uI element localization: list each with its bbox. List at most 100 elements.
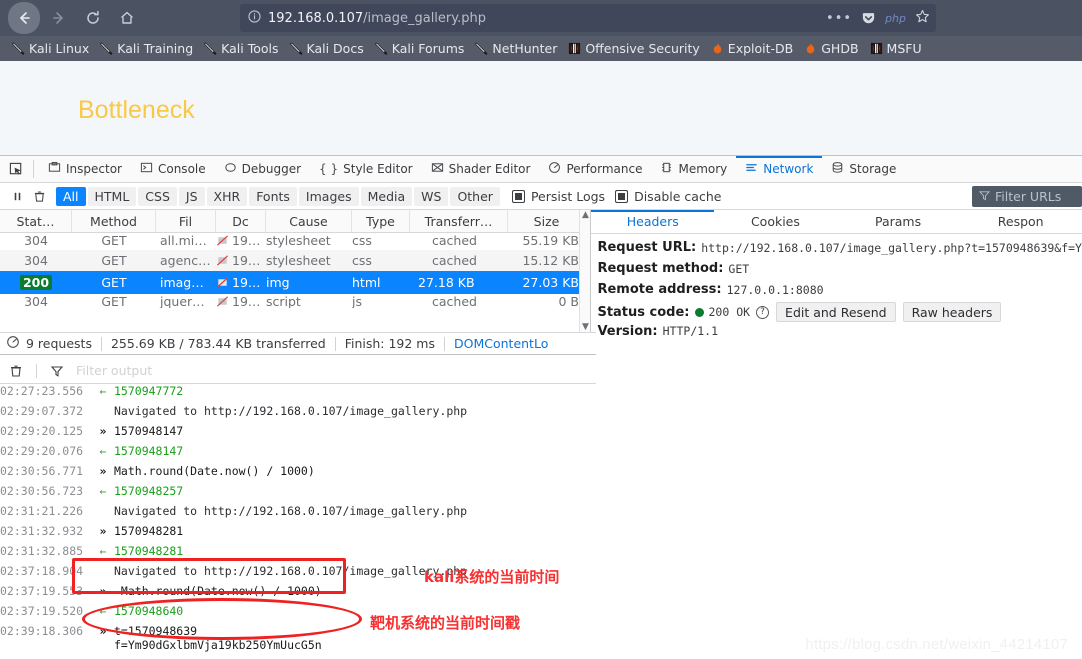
bookmark-item[interactable]: Kali Forums (370, 38, 470, 60)
tab-network[interactable]: Network (736, 156, 822, 183)
details-tab-headers[interactable]: Headers (591, 210, 714, 233)
cell-domain: 19… (216, 253, 266, 268)
detail-value: HTTP/1.1 (662, 324, 719, 338)
column-header-type[interactable]: Type (352, 210, 410, 232)
pause-icon[interactable] (6, 186, 28, 207)
pocket-icon[interactable] (861, 11, 876, 26)
console-row[interactable]: 02:29:20.076 ← 1570948147 (0, 444, 1082, 464)
column-header-transferred[interactable]: Transferr… (410, 210, 508, 232)
table-row[interactable]: 304 GET all.mi… 19… stylesheet css cache… (0, 231, 590, 250)
table-row[interactable]: 304 GET jquer… 19… script js cached 0 B (0, 294, 590, 308)
disable-cache-toggle[interactable]: Disable cache (615, 189, 721, 204)
element-picker-icon[interactable] (4, 158, 28, 180)
table-row[interactable]: 304 GET agenc… 19… stylesheet css cached… (0, 250, 591, 271)
tab-performance[interactable]: Performance (539, 156, 651, 183)
filter-chip-html[interactable]: HTML (87, 186, 137, 206)
flame-icon (711, 42, 724, 55)
filter-chip-ws[interactable]: WS (414, 186, 449, 206)
details-tab-response[interactable]: Respon (959, 210, 1082, 233)
tab-label: Storage (849, 162, 897, 176)
column-header-size[interactable]: Size (508, 210, 585, 232)
info-circle-icon[interactable] (248, 10, 261, 26)
console-row[interactable]: 02:31:21.226 Navigated to http://192.168.… (0, 504, 1082, 524)
column-header-domain[interactable]: Dc (216, 210, 266, 232)
ellipsis-icon[interactable]: ••• (826, 11, 852, 26)
tab-inspector[interactable]: Inspector (39, 156, 131, 183)
bookmark-item[interactable]: Exploit-DB (706, 38, 798, 60)
tab-shader-editor[interactable]: Shader Editor (422, 156, 540, 183)
tab-console[interactable]: Console (131, 156, 215, 183)
console-row[interactable]: 02:31:32.932 » 1570948281 (0, 524, 1082, 544)
cell-transferred: cached (432, 253, 477, 268)
bookmark-item[interactable]: NetHunter (470, 38, 562, 60)
filter-chip-xhr[interactable]: XHR (206, 186, 248, 206)
filter-chip-fonts[interactable]: Fonts (249, 186, 297, 206)
request-count: 9 requests (26, 336, 92, 351)
back-button[interactable] (8, 2, 40, 34)
bookmark-item[interactable]: Kali Docs (285, 38, 369, 60)
performance-icon[interactable] (6, 335, 20, 352)
details-tab-params[interactable]: Params (837, 210, 960, 233)
filter-chip-media[interactable]: Media (360, 186, 413, 206)
scroll-down-icon[interactable]: ▼ (582, 322, 589, 332)
reload-button[interactable] (78, 3, 108, 33)
console-row[interactable]: 02:37:19.520 ← 1570948640 (0, 604, 1082, 624)
bookmark-item[interactable]: GHDB (799, 38, 863, 60)
edit-and-resend-button[interactable]: Edit and Resend (776, 302, 896, 322)
console-row[interactable]: 02:29:20.125 » 1570948147 (0, 424, 1082, 444)
network-list-scrollbar[interactable]: ▲ ▼ (579, 210, 591, 332)
bookmark-item[interactable]: MSFU (865, 38, 927, 60)
tab-label: Console (157, 162, 206, 176)
column-header-file[interactable]: Fil (156, 210, 216, 232)
column-header-method[interactable]: Method (72, 210, 156, 232)
trash-icon[interactable] (28, 186, 50, 207)
column-header-status[interactable]: Stat… (0, 210, 72, 232)
bookmark-item[interactable]: Kali Tools (199, 38, 283, 60)
star-icon[interactable] (915, 9, 930, 28)
filter-chip-css[interactable]: CSS (138, 186, 177, 206)
divider (334, 336, 336, 351)
tab-memory[interactable]: Memory (651, 156, 736, 183)
table-row[interactable]: 200 GET imag… 19… img html 27.18 KB 27.0… (0, 271, 591, 294)
console-row[interactable]: 02:29:07.372 Navigated to http://192.168.… (0, 404, 1082, 424)
persist-logs-toggle[interactable]: Persist Logs (511, 189, 605, 204)
network-table-header: Stat… Method Fil Dc Cause Type Transferr… (0, 210, 591, 233)
scroll-up-icon[interactable]: ▲ (582, 210, 589, 220)
filter-urls-input[interactable]: Filter URLs (972, 186, 1082, 207)
trash-icon[interactable] (5, 360, 27, 381)
forward-button[interactable] (44, 3, 74, 33)
console-output-arrow-icon: ← (99, 484, 107, 498)
question-circle-icon[interactable]: ? (756, 305, 770, 319)
funnel-icon[interactable] (46, 360, 68, 381)
console-message: 1570948147 (114, 444, 184, 458)
column-header-cause[interactable]: Cause (266, 210, 352, 232)
console-row[interactable]: 02:30:56.771 » Math.round(Date.now() / 100… (0, 464, 1082, 484)
checkbox-icon[interactable] (511, 189, 525, 203)
cell-size: 15.12 KB (522, 253, 579, 268)
filter-chip-images[interactable]: Images (298, 186, 359, 206)
console-timestamp: 02:37:19.553 (0, 584, 84, 598)
address-bar-text[interactable]: 192.168.0.107/image_gallery.php (268, 11, 486, 26)
home-button[interactable] (112, 3, 142, 33)
console-row[interactable]: 02:27:23.556 ← 1570947772 (0, 384, 1082, 404)
tab-debugger[interactable]: Debugger (215, 156, 310, 183)
tab-style-editor[interactable]: { } Style Editor (310, 156, 422, 183)
filter-chip-js[interactable]: JS (178, 186, 205, 206)
console-row[interactable]: 02:31:32.885 ← 1570948281 (0, 544, 1082, 564)
console-row[interactable]: 02:30:56.723 ← 1570948257 (0, 484, 1082, 504)
tab-storage[interactable]: Storage (822, 156, 905, 183)
console-message: 1570948257 (114, 484, 184, 498)
bookmark-item[interactable]: Offensive Security (563, 38, 704, 60)
bookmark-item[interactable]: Kali Training (95, 38, 198, 60)
console-row[interactable]: 02:37:19.553 » Math.round(Date.now() / 10… (0, 584, 1082, 604)
filter-chip-all[interactable]: All (56, 186, 86, 206)
filter-chip-other[interactable]: Other (450, 186, 500, 206)
raw-headers-button[interactable]: Raw headers (902, 302, 1002, 322)
address-bar[interactable]: 192.168.0.107/image_gallery.php ••• php (240, 4, 936, 32)
console-filter-placeholder[interactable]: Filter output (76, 363, 152, 378)
details-tab-cookies[interactable]: Cookies (714, 210, 837, 233)
checkbox-icon[interactable] (615, 189, 629, 203)
cell-transferred: cached (432, 294, 477, 308)
bookmark-item[interactable]: Kali Linux (7, 38, 94, 60)
annotation-label-target-timestamp: 靶机系统的当前时间戳 (370, 614, 521, 632)
